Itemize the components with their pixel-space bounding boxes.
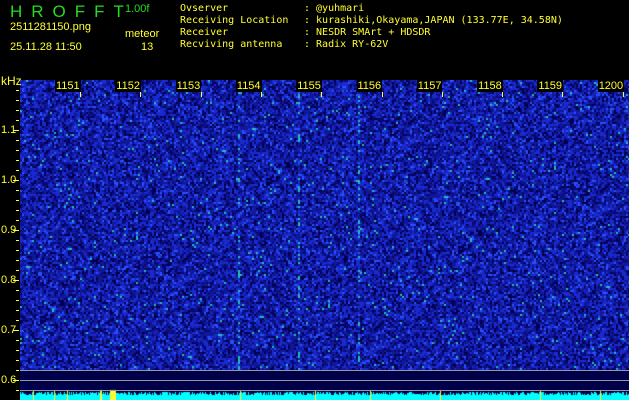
- y-tick: [16, 120, 19, 121]
- time-label: 1158: [477, 80, 503, 92]
- time-label: 1156: [356, 80, 383, 92]
- y-tick: [16, 190, 19, 191]
- time-label: 1200: [597, 80, 625, 92]
- time-tick: [80, 92, 81, 97]
- y-tick: [16, 250, 19, 251]
- time-tick: [140, 92, 142, 97]
- y-tick: [16, 320, 19, 321]
- file-name: 2511281150.png: [10, 21, 91, 33]
- y-tick: [16, 200, 19, 201]
- time-label: 1153: [175, 80, 202, 92]
- y-tick: [16, 150, 19, 151]
- info-row-observer: Ovserver : @yuhmari: [180, 3, 365, 15]
- spectrogram: [20, 80, 629, 400]
- y-tick: [13, 280, 19, 281]
- time-tick: [260, 92, 262, 97]
- y-tick: [16, 260, 19, 261]
- y-tick: [13, 380, 19, 381]
- time-tick: [381, 92, 383, 97]
- time-tick: [441, 92, 443, 97]
- time-tick: [562, 92, 564, 97]
- y-axis-unit: kHz: [1, 74, 22, 88]
- station-info: Ovserver : @yuhmari Receiving Location : k…: [180, 3, 625, 53]
- time-label: 1157: [416, 80, 443, 92]
- y-tick: [13, 180, 19, 181]
- y-tick: [16, 360, 19, 361]
- info-value: : @yuhmari: [304, 3, 365, 14]
- time-label: 1152: [115, 80, 141, 92]
- y-tick: [16, 160, 19, 161]
- y-tick: [16, 170, 19, 171]
- time-tick: [502, 92, 504, 97]
- info-row-location: Receiving Location : kurashiki,Okayama,JA…: [180, 15, 563, 27]
- info-row-receiver: Receiver : NESDR SMArt + HDSDR: [180, 27, 431, 39]
- y-tick: [16, 220, 19, 221]
- y-tick: [13, 230, 19, 231]
- info-key: Receiver: [180, 27, 229, 38]
- grid-line: [20, 390, 629, 391]
- app-title: HROFFT: [10, 2, 133, 21]
- grid-line: [20, 380, 629, 381]
- y-tick: [16, 140, 19, 141]
- time-label: 1159: [537, 80, 564, 92]
- y-tick: [16, 290, 19, 291]
- time-label: 1154: [235, 80, 262, 92]
- y-tick: [16, 340, 19, 341]
- grid-line: [20, 370, 629, 371]
- y-tick: [16, 210, 19, 211]
- meteor-label: meteor: [125, 28, 160, 40]
- info-row-antenna: Recviving antenna : Radix RY-62V: [180, 39, 389, 51]
- y-tick: [13, 330, 19, 331]
- info-key: Ovserver: [180, 3, 229, 14]
- file-datetime: 25.11.28 11:50: [10, 41, 82, 53]
- time-tick: [321, 92, 323, 97]
- y-tick: [16, 270, 19, 271]
- y-tick: [16, 390, 19, 391]
- y-tick: [16, 370, 19, 371]
- y-tick: [13, 130, 19, 131]
- info-value: : Radix RY-62V: [304, 39, 389, 50]
- info-key: Receiving Location: [180, 15, 289, 26]
- y-tick: [16, 350, 19, 351]
- time-tick: [622, 92, 624, 97]
- y-tick: [16, 300, 19, 301]
- y-tick: [16, 90, 19, 91]
- y-tick: [16, 310, 19, 311]
- info-value: : NESDR SMArt + HDSDR: [304, 27, 431, 38]
- time-label: 1155: [296, 80, 322, 92]
- meteor-count: 13: [141, 41, 154, 53]
- info-value: : kurashiki,Okayama,JAPAN (133.77E, 34.5…: [304, 15, 563, 26]
- time-tick: [200, 92, 202, 97]
- y-tick: [16, 110, 19, 111]
- y-tick: [16, 100, 19, 101]
- y-tick: [16, 240, 19, 241]
- time-label: 1151: [55, 80, 81, 92]
- info-key: Recviving antenna: [180, 39, 283, 50]
- app-version: 1.00f: [125, 3, 150, 15]
